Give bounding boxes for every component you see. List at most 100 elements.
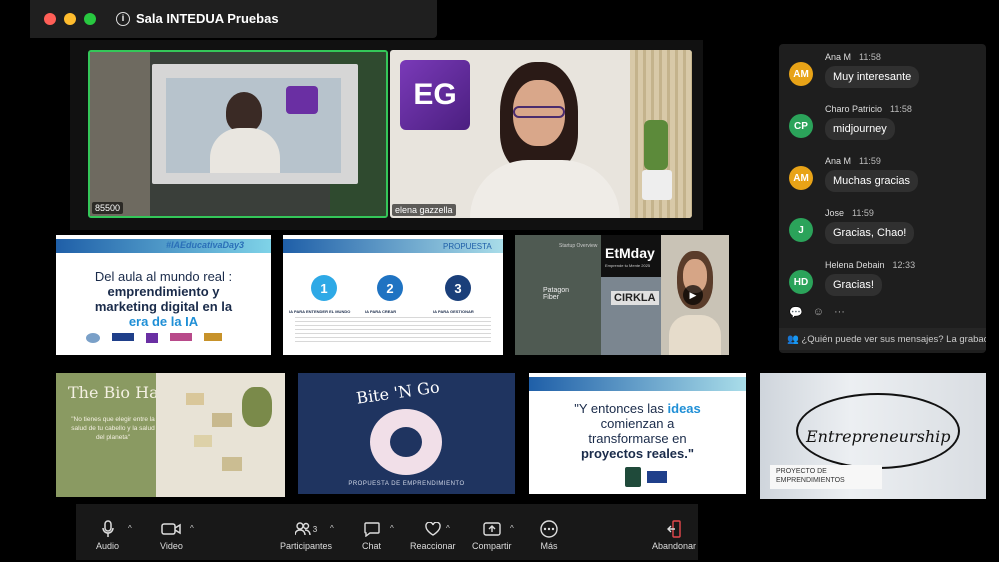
more-label: Más (540, 541, 558, 551)
more-button[interactable]: Más (540, 520, 558, 551)
more-options-icon[interactable]: ··· (834, 306, 845, 319)
slide-bio-hair[interactable]: The Bio Hair "No tienes que elegir entre… (56, 373, 285, 497)
participant-name: elena gazzella (392, 204, 456, 216)
share-options-chevron-icon[interactable]: ^ (510, 524, 514, 533)
etmday-brand: EtMday (605, 245, 655, 261)
chat-bubble[interactable]: Gracias! (825, 274, 882, 296)
leave-door-icon (667, 520, 681, 538)
chat-button[interactable]: Chat (362, 520, 381, 551)
share-button[interactable]: Compartir (472, 520, 512, 551)
chat-sender: Helena Debain 12:33 (825, 260, 915, 270)
bio-hair-quote: "No tienes que elegir entre la salud de … (71, 416, 155, 441)
eg-small-logo (647, 471, 667, 483)
chat-message: J Jose 11:59 Gracias, Chao! (779, 200, 986, 252)
sender-name: Ana M (825, 52, 852, 62)
speaker-body (669, 315, 721, 355)
avatar: CP (789, 114, 813, 138)
slide-propuesta[interactable]: PROPUESTA 1 2 3 IA PARA ENTENDER EL MUND… (283, 235, 503, 355)
projected-person-head (226, 92, 262, 132)
leave-label: Abandonar (652, 541, 697, 551)
entrepreneurship-caption: PROYECTO DE EMPRENDIMIENTOS (770, 465, 882, 489)
slide-title-line4: era de la IA (128, 314, 199, 329)
message-time: 11:58 (890, 104, 912, 114)
video-options-chevron-icon[interactable]: ^ (190, 524, 194, 533)
add-reaction-icon[interactable]: ☺ (813, 306, 824, 319)
quote-line3: transformarse en (588, 431, 687, 446)
close-window-button[interactable] (44, 13, 56, 25)
minimize-window-button[interactable] (64, 13, 76, 25)
booth-cirkla: CIRKLA (611, 291, 659, 305)
step-1-label: IA PARA ENTENDER EL MUNDO (289, 309, 351, 314)
caption-line1: PROYECTO DE (776, 468, 827, 475)
message-time: 11:59 (852, 208, 874, 218)
room-wall (90, 52, 150, 216)
soap-photo (156, 373, 285, 497)
reply-icon[interactable]: 💬 (789, 306, 803, 319)
slide-ideas-quote[interactable]: "Y entonces las ideas comienzan a transf… (529, 373, 746, 494)
step-2-circle: 2 (377, 275, 403, 301)
slide-bite-n-go[interactable]: Bite 'N Go PROPUESTA DE EMPRENDIMIENTO (298, 373, 515, 494)
event-photo-left: Patagon Fiber Startup Overview (515, 235, 601, 355)
chat-label: Chat (362, 541, 382, 551)
projected-person-body (210, 128, 280, 173)
chat-message: AM Ana M 11:59 Muchas gracias (779, 148, 986, 200)
chat-bubble[interactable]: Muy interesante (825, 66, 920, 88)
cactus-plant (644, 120, 668, 170)
slide-entrepreneurship[interactable]: Entrepreneurship PROYECTO DE EMPRENDIMIE… (760, 373, 986, 499)
react-label: Reaccionar (410, 541, 456, 551)
slide-title-line1: Del aula al mundo real : (94, 269, 233, 284)
video-tile-elena-gazzella[interactable]: EG elena gazzella (390, 50, 692, 218)
video-gallery: 85500 EG elena gazzella (70, 40, 703, 230)
chat-bubble[interactable]: midjourney (825, 118, 895, 140)
shield-logo (625, 467, 641, 487)
slide-ia-educativa[interactable]: #IAEducativaDay3 Del aula al mundo real … (56, 235, 271, 355)
slide-title: Del aula al mundo real : emprendimiento … (56, 269, 271, 329)
sender-name: Helena Debain (825, 260, 885, 270)
slide-header-bar (529, 377, 746, 391)
react-options-chevron-icon[interactable]: ^ (446, 524, 450, 533)
video-button[interactable]: Video (160, 520, 183, 551)
maximize-window-button[interactable] (84, 13, 96, 25)
event-photo-middle: CIRKLA (601, 277, 661, 355)
avatar: J (789, 218, 813, 242)
participants-label: Participantes (280, 541, 333, 551)
slide-header-text: PROPUESTA (443, 242, 492, 251)
person-shirt (470, 160, 620, 218)
slide-etmday[interactable]: Patagon Fiber Startup Overview EtMday Em… (515, 235, 729, 355)
audio-options-chevron-icon[interactable]: ^ (128, 524, 132, 533)
slide-title-line2: emprendimiento y (107, 284, 220, 299)
participants-options-chevron-icon[interactable]: ^ (330, 524, 334, 533)
chat-bubble[interactable]: Muchas gracias (825, 170, 919, 192)
bullet-lines (295, 317, 491, 345)
play-video-icon[interactable]: ▶ (683, 285, 703, 305)
heart-icon (425, 520, 441, 538)
video-tile-85500[interactable]: 85500 (88, 50, 388, 218)
chat-message-actions: 💬 ☺ ··· (789, 306, 845, 319)
message-time: 11:58 (859, 52, 881, 62)
chat-message: HD Helena Debain 12:33 Gracias! (779, 252, 986, 304)
chat-icon (363, 520, 380, 538)
chat-options-chevron-icon[interactable]: ^ (390, 524, 394, 533)
share-label: Compartir (472, 541, 512, 551)
participants-icon: 3 (294, 520, 318, 538)
avatar: AM (789, 62, 813, 86)
chat-visibility-notice[interactable]: 👥 ¿Quién puede ver sus mensajes? La grab… (779, 328, 986, 350)
sender-name: Charo Patricio (825, 104, 883, 114)
chat-sender: Charo Patricio 11:58 (825, 104, 912, 114)
meeting-info-icon[interactable]: i (116, 11, 130, 26)
audio-button[interactable]: Audio (96, 520, 119, 551)
leave-button[interactable]: Abandonar (652, 520, 696, 551)
chat-message: CP Charo Patricio 11:58 midjourney (779, 96, 986, 148)
chat-bubble[interactable]: Gracias, Chao! (825, 222, 915, 244)
sponsor-logos (86, 333, 246, 343)
bite-n-go-caption: PROPUESTA DE EMPRENDIMIENTO (348, 481, 465, 487)
visibility-text: ¿Quién puede ver sus mensajes? La grabac… (801, 334, 986, 345)
participants-count: 3 (312, 524, 318, 534)
participants-button[interactable]: 3 Participantes (280, 520, 332, 551)
step-3-circle: 3 (445, 275, 471, 301)
video-label: Video (160, 541, 183, 551)
meeting-toolbar: Audio ^ Video ^ 3 Participantes ^ Chat ^… (76, 504, 698, 560)
more-dots-icon (540, 520, 558, 538)
booth-startup: Startup Overview (559, 243, 598, 249)
quote-line2: comienzan a (600, 416, 675, 431)
